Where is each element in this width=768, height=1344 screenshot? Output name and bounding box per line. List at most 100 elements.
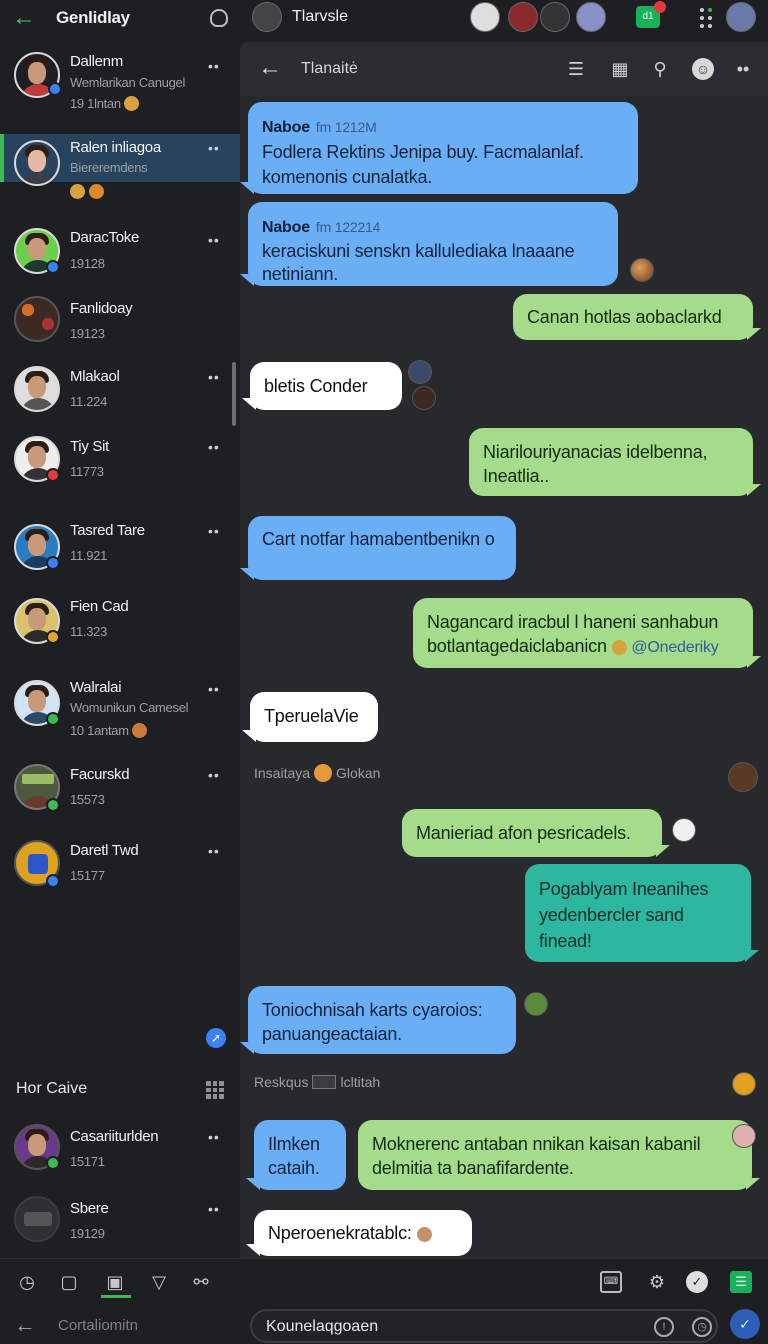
more-icon[interactable]: •• [208, 58, 220, 74]
keyboard-icon[interactable]: ⌨ [600, 1271, 622, 1293]
message-bubble[interactable]: Cart notfar hamabentbenikn o [240, 516, 516, 580]
info-icon[interactable]: ▢ [58, 1271, 80, 1293]
history-icon[interactable]: ◷ [16, 1271, 38, 1293]
attach-icon[interactable]: ✓ [686, 1271, 708, 1293]
message-bubble[interactable]: Ilmken cataih. [246, 1120, 346, 1190]
reaction-avatar[interactable] [630, 258, 654, 282]
contact-item[interactable]: Tiy Sit 11773 •• [0, 426, 240, 496]
message-input[interactable] [266, 1317, 626, 1337]
list-icon[interactable]: ☰ [565, 58, 587, 80]
share-icon[interactable]: ⚯ [190, 1271, 212, 1293]
more-icon[interactable]: •• [208, 369, 220, 385]
post-icon[interactable]: ☰ [730, 1271, 752, 1293]
message-bubble[interactable]: Nagancard iracbul l haneni sanhabun botl… [413, 598, 761, 668]
message-text: Moknerenc antaban nnikan kaisan kabanil … [372, 1134, 701, 1178]
contact-item[interactable]: DaracToke 19128 •• [0, 218, 240, 288]
contact-item[interactable]: Daretl Twd 15177 •• [0, 830, 240, 900]
contact-item[interactable]: Casariiturlden 15171 •• [0, 1116, 240, 1186]
camera-icon[interactable]: ▣ [104, 1271, 126, 1293]
reaction-avatar[interactable] [408, 360, 432, 384]
active-tab-indicator [101, 1295, 131, 1298]
contact-item[interactable]: Dallenm Wemlarikan Canugel 19 1lntan •• [0, 40, 240, 111]
message-bubble[interactable]: Manieriad afon pesricadels. [402, 809, 670, 857]
back-arrow-icon[interactable]: ← [258, 54, 282, 82]
contact-name: Ralen inliagoa [70, 139, 161, 156]
settings-icon[interactable]: ⚙ [646, 1271, 668, 1293]
reaction-avatar[interactable] [732, 1072, 756, 1096]
grid-view-icon[interactable]: ▦ [609, 58, 631, 80]
more-icon[interactable]: •• [208, 767, 220, 783]
message-bubble[interactable]: Naboe fm 1212M Fodlera Rektins Jenipa buy… [240, 102, 638, 194]
status-badge-icon [46, 630, 60, 644]
reaction-avatar[interactable] [524, 992, 548, 1016]
contact-item[interactable]: Tasred Tare 11.921 •• [0, 510, 240, 580]
message-bubble[interactable]: Canan hotlas aobaclarkd [513, 294, 761, 340]
more-icon[interactable]: •• [732, 58, 754, 80]
verified-badge-icon [46, 556, 60, 570]
more-icon[interactable]: •• [208, 843, 220, 859]
message-text: Nagancard iracbul l haneni sanhabun botl… [427, 612, 719, 656]
sidebar-header: ← Genlidlay [0, 0, 240, 36]
mention-link[interactable]: @Onederiky [631, 639, 718, 656]
contact-name: Mlakaol [70, 368, 120, 385]
online-badge-icon [46, 1156, 60, 1170]
reaction-avatar[interactable] [412, 386, 436, 410]
filter-icon[interactable]: ▽ [148, 1271, 170, 1293]
message-bubble[interactable]: bletis Conder [242, 362, 402, 410]
back-arrow-icon[interactable]: ← [14, 1312, 36, 1338]
scrollbar-thumb[interactable] [232, 362, 236, 426]
more-icon[interactable]: •• [208, 1129, 220, 1145]
contact-item[interactable]: Mlakaol 11.224 •• [0, 356, 240, 426]
channel-avatar[interactable] [252, 2, 282, 32]
message-bubble[interactable]: TperuelaVie [242, 692, 378, 742]
clock-icon[interactable]: ◷ [692, 1317, 712, 1337]
verified-badge-icon [46, 260, 60, 274]
more-vert-icon[interactable] [700, 4, 712, 30]
contact-item[interactable]: Fien Cad 11.323 [0, 586, 240, 656]
person-icon[interactable] [210, 9, 228, 27]
contact-name: Tiy Sit [70, 438, 110, 455]
member-avatar[interactable] [470, 2, 500, 32]
back-arrow-icon[interactable]: ← [12, 4, 56, 32]
more-icon[interactable]: •• [208, 681, 220, 697]
contact-item[interactable]: Fanlidoay 19123 [0, 288, 240, 358]
grid-icon[interactable] [206, 1081, 224, 1099]
message-bubble[interactable]: Naboe fm 122214 keraciskuni senskn kallul… [240, 202, 618, 286]
more-icon[interactable]: •• [208, 523, 220, 539]
top-bar: Tlarvsle d1 [240, 0, 768, 36]
emoji-icon[interactable]: ☺ [692, 58, 714, 80]
sidebar: ← Genlidlay Dallenm Wemlarikan Canugel 1… [0, 0, 240, 1344]
message-bubble[interactable]: Toniochnisah karts cyaroios: panuangeact… [240, 986, 516, 1054]
avatar-inline-icon [416, 1227, 432, 1242]
contact-item[interactable]: Facurskd 15573 •• [0, 754, 240, 824]
reaction-avatar[interactable] [732, 1124, 756, 1148]
contact-item[interactable]: Sbere 19129 •• [0, 1188, 240, 1258]
reaction-avatar[interactable] [672, 818, 696, 842]
send-button[interactable]: ✓ [730, 1309, 760, 1339]
contact-item-active[interactable]: Ralen inliagoa Biereremdens •• [0, 134, 240, 186]
contact-item[interactable]: Walralai Womunikun Camesel 10 1antam •• [0, 668, 240, 738]
message-bubble[interactable]: Niarilouriyanacias idelbenna, Ineatlia.. [469, 428, 761, 496]
system-event: Insaitaya Glokan [254, 764, 381, 782]
member-avatar[interactable] [508, 2, 538, 32]
message-bubble[interactable]: Moknerenc antaban nnikan kaisan kabanil … [358, 1120, 760, 1190]
more-icon[interactable]: •• [208, 439, 220, 455]
more-icon[interactable]: •• [208, 140, 220, 156]
member-avatar[interactable] [540, 2, 570, 32]
user-avatar[interactable] [726, 2, 756, 32]
member-avatar[interactable] [728, 762, 758, 792]
member-avatar[interactable] [576, 2, 606, 32]
message-bubble[interactable]: Nperoenekratablc: [246, 1210, 472, 1256]
reaction-emojis [70, 183, 105, 201]
contact-meta: 15573 [70, 792, 105, 807]
more-icon[interactable]: •• [208, 1201, 220, 1217]
message-field[interactable]: ! ◷ [250, 1309, 718, 1343]
contact-meta: 15177 [70, 868, 105, 883]
message-bubble[interactable]: Pogablyam Ineanihes yedenbercler sand fi… [525, 864, 759, 962]
composer-bar: ← Cortaliomitn ! ◷ ✓ [0, 1306, 768, 1344]
compose-icon[interactable]: ➚ [206, 1028, 226, 1048]
more-icon[interactable]: •• [208, 232, 220, 248]
search-icon[interactable]: ⚲ [649, 58, 671, 80]
info-circle-icon[interactable]: ! [654, 1317, 674, 1337]
message-text: Cart notfar hamabentbenikn o [262, 529, 495, 549]
